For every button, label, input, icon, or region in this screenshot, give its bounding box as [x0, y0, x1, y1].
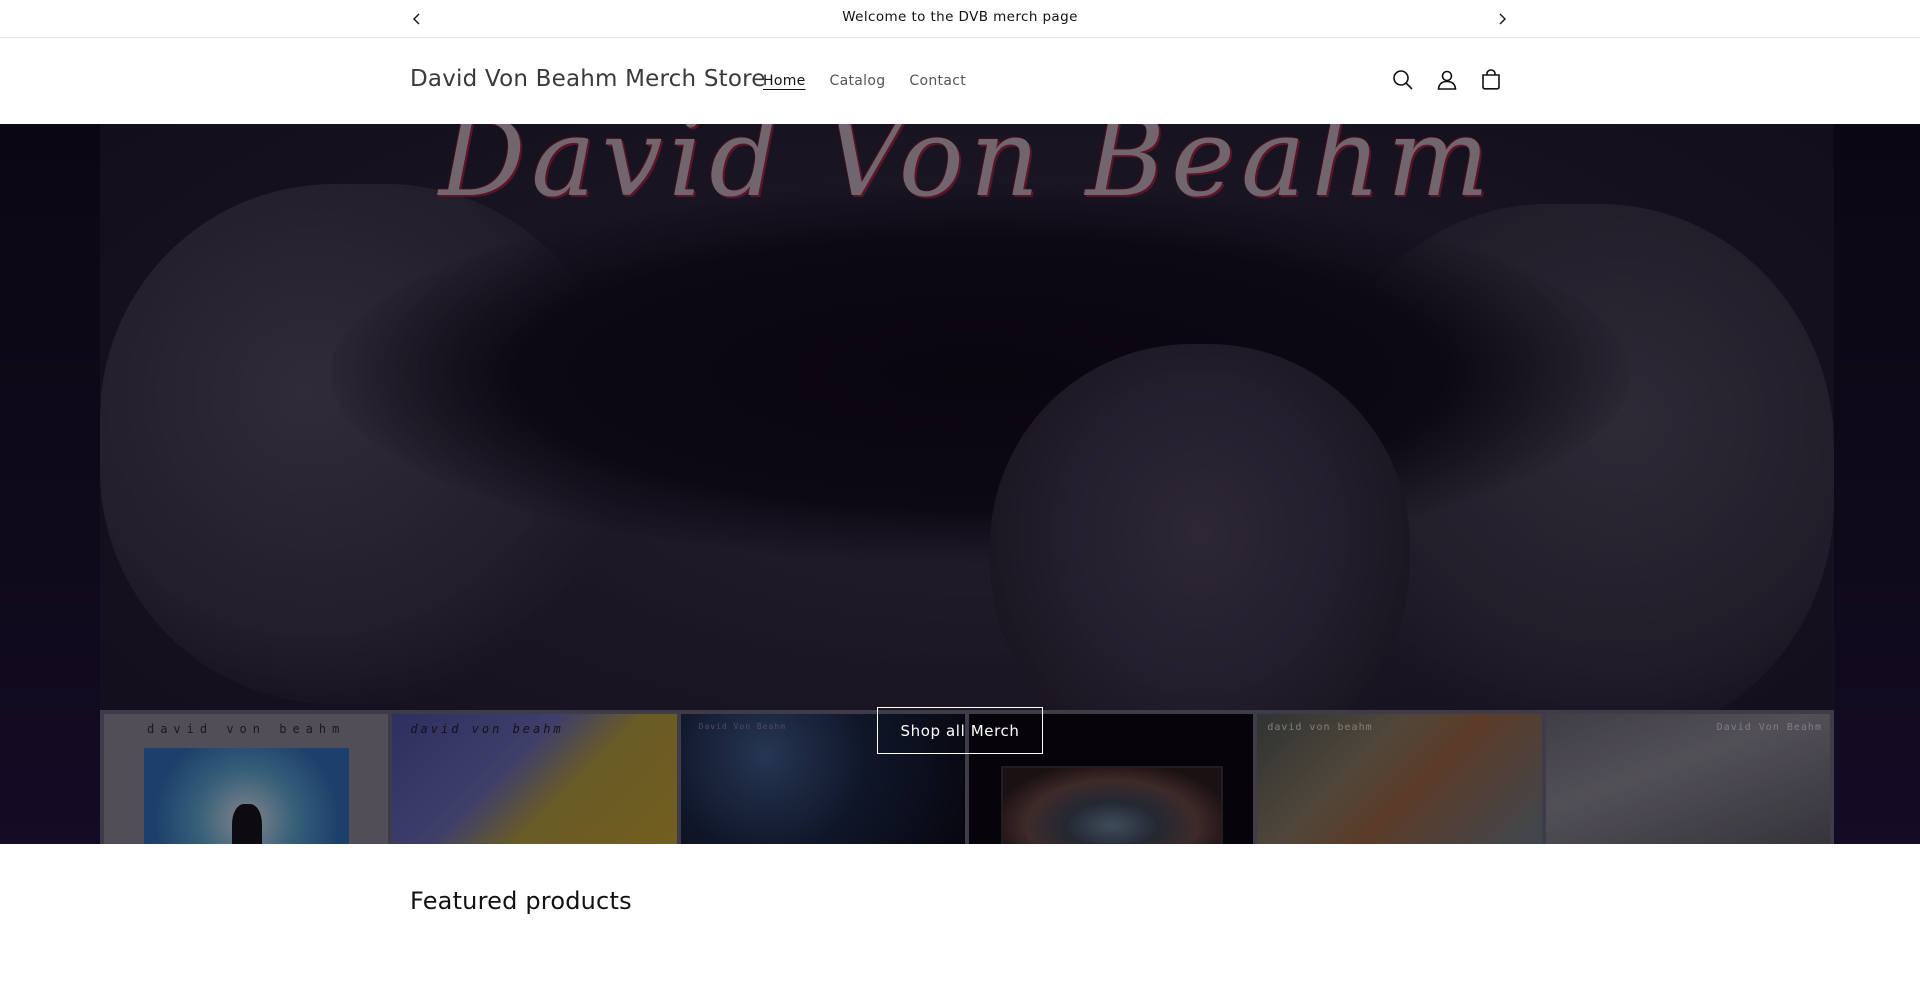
album-cover: david von beahm [392, 714, 677, 844]
announcement-text: Welcome to the DVB merch page [842, 9, 1078, 25]
search-icon[interactable] [1390, 67, 1416, 93]
hero-hair [330, 184, 1630, 564]
announcement-bar: Welcome to the DVB merch page [0, 0, 1920, 38]
cart-icon[interactable] [1478, 67, 1504, 93]
chevron-right-icon[interactable] [1490, 7, 1514, 31]
header-icons [1390, 67, 1522, 93]
main-nav: Home Catalog Contact [763, 73, 990, 89]
featured-products-heading: Featured products [410, 887, 632, 915]
album-eye-art [1000, 766, 1223, 844]
nav-contact[interactable]: Contact [909, 73, 966, 89]
site-header: David Von Beahm Merch Store Home Catalog… [0, 39, 1920, 124]
album-caption: david von beahm [146, 722, 346, 736]
account-icon[interactable] [1434, 67, 1460, 93]
hero-banner: David Von Beahm david von beahm david vo… [0, 124, 1920, 844]
shop-all-merch-button[interactable]: Shop all Merch [877, 707, 1043, 754]
album-figure [232, 804, 262, 844]
album-caption: david von beahm [1267, 722, 1373, 733]
store-name-link[interactable]: David Von Beahm Merch Store [410, 66, 766, 92]
nav-catalog[interactable]: Catalog [830, 73, 886, 89]
album-cover: david von beahm [1257, 714, 1542, 844]
album-caption: David Von Beahm [1716, 722, 1822, 733]
nav-home[interactable]: Home [763, 73, 806, 89]
album-caption: david von beahm [410, 722, 564, 736]
hero-signature: David Von Beahm [438, 124, 1496, 221]
album-cover: David Von Beahm [1545, 714, 1830, 844]
album-cover: david von beahm [104, 714, 389, 844]
hero-face [990, 344, 1410, 764]
